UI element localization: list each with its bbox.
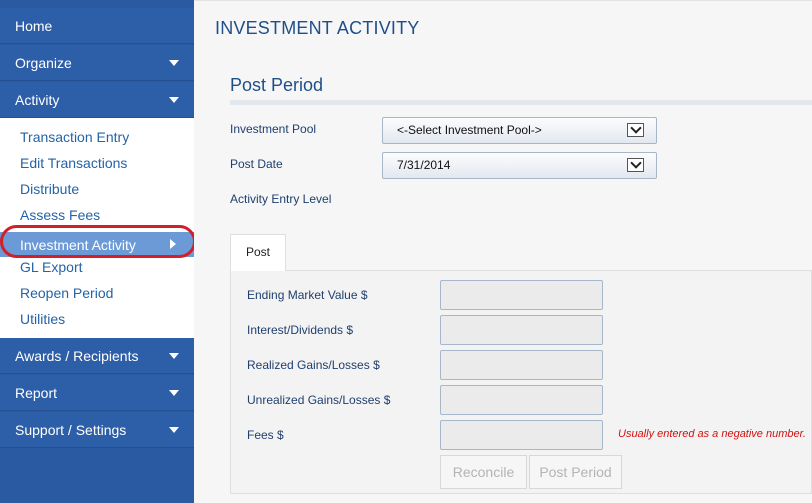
submenu-item-distribute[interactable]: Distribute bbox=[20, 179, 79, 199]
ending-market-value-input[interactable] bbox=[440, 280, 603, 310]
nav-report[interactable]: Report bbox=[0, 375, 194, 411]
chevron-right-icon bbox=[170, 239, 176, 249]
nav-organize[interactable]: Organize bbox=[0, 45, 194, 81]
interest-dividends-label: Interest/Dividends $ bbox=[247, 323, 354, 337]
nav-home[interactable]: Home bbox=[0, 8, 194, 44]
submenu-item-investment-activity[interactable]: Investment Activity bbox=[0, 232, 194, 257]
nav-organize-label: Organize bbox=[15, 55, 72, 71]
realized-gains-losses-label: Realized Gains/Losses $ bbox=[247, 358, 380, 372]
main-content: INVESTMENT ACTIVITY Post Period Investme… bbox=[194, 0, 812, 503]
submenu-item-reopen-period[interactable]: Reopen Period bbox=[20, 283, 113, 303]
ending-market-value-label: Ending Market Value $ bbox=[247, 288, 368, 302]
post-date-value: 7/31/2014 bbox=[397, 158, 451, 172]
investment-pool-label: Investment Pool bbox=[230, 122, 317, 136]
nav-activity[interactable]: Activity bbox=[0, 82, 194, 118]
post-date-select[interactable]: 7/31/2014 bbox=[382, 152, 657, 179]
chevron-down-icon bbox=[169, 390, 179, 396]
nav-home-label: Home bbox=[15, 18, 53, 34]
submenu-item-utilities[interactable]: Utilities bbox=[20, 309, 65, 329]
section-title: Post Period bbox=[230, 75, 324, 95]
unrealized-gains-losses-input[interactable] bbox=[440, 385, 603, 415]
investment-pool-value: <-Select Investment Pool-> bbox=[397, 123, 542, 137]
submenu-item-label: Investment Activity bbox=[20, 237, 136, 253]
fees-label: Fees $ bbox=[247, 428, 284, 442]
submenu-item-assess-fees[interactable]: Assess Fees bbox=[20, 205, 100, 225]
activity-submenu: Transaction Entry Edit Transactions Dist… bbox=[0, 118, 194, 338]
nav-support-label: Support / Settings bbox=[15, 422, 127, 438]
chevron-down-icon bbox=[169, 427, 179, 433]
submenu-item-transaction-entry[interactable]: Transaction Entry bbox=[20, 127, 129, 147]
realized-gains-losses-input[interactable] bbox=[440, 350, 603, 380]
chevron-down-icon bbox=[169, 97, 179, 103]
nav-support-settings[interactable]: Support / Settings bbox=[0, 412, 194, 448]
fees-input[interactable] bbox=[440, 420, 603, 450]
submenu-item-gl-export[interactable]: GL Export bbox=[20, 257, 83, 277]
post-period-button[interactable]: Post Period bbox=[529, 455, 622, 489]
nav-report-label: Report bbox=[15, 385, 58, 401]
post-tab-panel: Ending Market Value $ Interest/Dividends… bbox=[230, 270, 812, 494]
page-title: INVESTMENT ACTIVITY bbox=[215, 18, 420, 38]
nav-awards-recipients[interactable]: Awards / Recipients bbox=[0, 338, 194, 374]
unrealized-gains-losses-label: Unrealized Gains/Losses $ bbox=[247, 393, 391, 407]
tab-post[interactable]: Post bbox=[230, 234, 286, 271]
sidebar: Home Organize Activity Transaction Entry… bbox=[0, 0, 194, 503]
nav-awards-label: Awards / Recipients bbox=[15, 348, 139, 364]
fees-hint: Usually entered as a negative number. bbox=[618, 428, 806, 440]
divider bbox=[230, 100, 812, 105]
reconcile-button[interactable]: Reconcile bbox=[440, 455, 527, 489]
nav-activity-label: Activity bbox=[15, 92, 60, 108]
chevron-down-icon bbox=[169, 60, 179, 66]
chevron-down-icon bbox=[169, 353, 179, 359]
interest-dividends-input[interactable] bbox=[440, 315, 603, 345]
post-date-label: Post Date bbox=[230, 157, 283, 171]
submenu-item-edit-transactions[interactable]: Edit Transactions bbox=[20, 153, 127, 173]
chevron-down-icon[interactable] bbox=[627, 158, 644, 172]
activity-entry-level-label: Activity Entry Level bbox=[230, 192, 332, 206]
chevron-down-icon[interactable] bbox=[627, 123, 644, 137]
investment-pool-select[interactable]: <-Select Investment Pool-> bbox=[382, 117, 657, 144]
